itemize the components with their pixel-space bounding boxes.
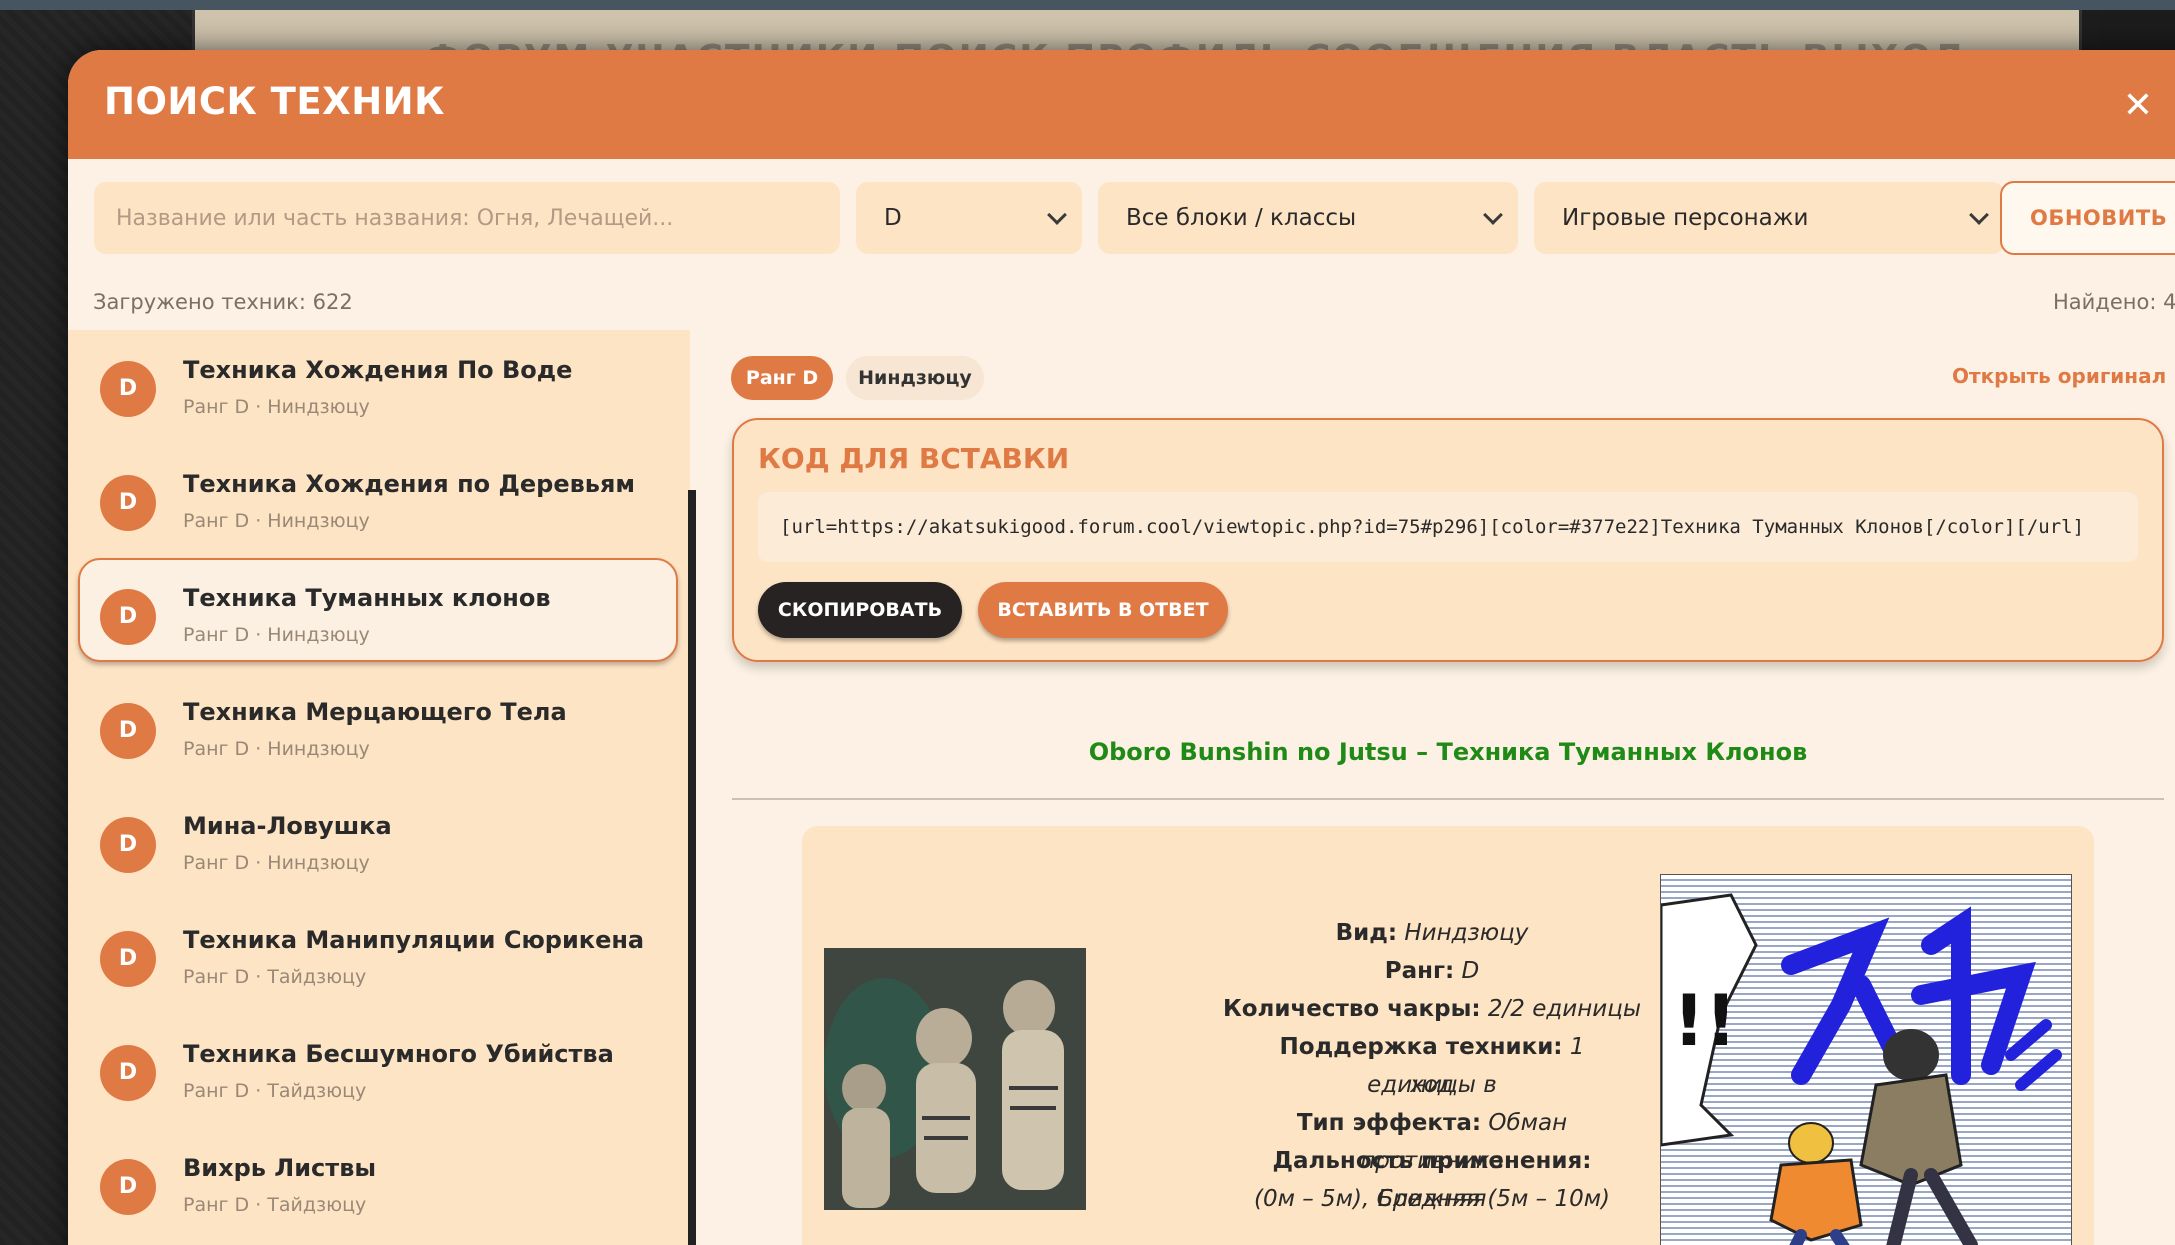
list-item[interactable]: D Техника Бесшумного Убийства Ранг D · Т… bbox=[78, 1014, 678, 1118]
stat-range-cont: (0м – 5м), Средняя (5м – 10м) bbox=[1253, 1186, 1611, 1212]
rank-badge: D bbox=[100, 703, 156, 759]
rank-select[interactable]: D bbox=[856, 182, 1082, 254]
found-count: Найдено: 47 bbox=[2053, 290, 2175, 314]
stat-type: Вид: Ниндзюцу bbox=[1335, 920, 1529, 946]
search-input[interactable] bbox=[94, 182, 840, 254]
list-item-name: Техника Хождения по Деревьям bbox=[183, 470, 635, 498]
type-tag: Ниндзюцу bbox=[846, 356, 984, 400]
close-icon[interactable]: ✕ bbox=[2118, 86, 2158, 126]
list-scrollbar[interactable] bbox=[688, 490, 696, 1245]
embed-code-box: КОД ДЛЯ ВСТАВКИ [url=https://akatsukigoo… bbox=[732, 418, 2164, 662]
list-item[interactable]: D Техника Хождения по Деревьям Ранг D · … bbox=[78, 444, 678, 548]
technique-list: D Техника Хождения По Воде Ранг D · Нинд… bbox=[68, 330, 690, 1245]
rank-badge: D bbox=[100, 817, 156, 873]
stat-chakra: Количество чакры: 2/2 единицы bbox=[1222, 996, 1642, 1022]
rank-select-value: D bbox=[884, 205, 902, 231]
list-item-name: Техника Туманных клонов bbox=[183, 584, 551, 612]
block-select[interactable]: Все блоки / классы bbox=[1098, 182, 1518, 254]
list-item-meta: Ранг D · Ниндзюцу bbox=[183, 510, 370, 532]
list-item-meta: Ранг D · Тайдзюцу bbox=[183, 1194, 367, 1216]
list-item-meta: Ранг D · Ниндзюцу bbox=[183, 396, 370, 418]
chevron-down-icon bbox=[1483, 205, 1503, 225]
modal-header: ПОИСК ТЕХНИК ✕ bbox=[68, 50, 2175, 159]
list-item-meta: Ранг D · Ниндзюцу bbox=[183, 624, 370, 646]
list-item-meta: Ранг D · Тайдзюцу bbox=[183, 966, 367, 988]
manga-illustration-image: !! bbox=[1660, 874, 2072, 1245]
list-item-meta: Ранг D · Ниндзюцу bbox=[183, 852, 370, 874]
list-item[interactable]: D Вихрь Листвы Ранг D · Тайдзюцу bbox=[78, 1128, 678, 1232]
embed-code-title: КОД ДЛЯ ВСТАВКИ bbox=[758, 442, 1070, 475]
block-select-value: Все блоки / классы bbox=[1126, 205, 1357, 231]
list-item-selected[interactable]: D Техника Туманных клонов Ранг D · Ниндз… bbox=[78, 558, 678, 662]
browser-top-bar bbox=[0, 0, 2175, 10]
embed-code-field[interactable]: [url=https://akatsukigood.forum.cool/vie… bbox=[758, 492, 2138, 562]
list-item-name: Техника Бесшумного Убийства bbox=[183, 1040, 614, 1068]
list-item[interactable]: D Техника Мерцающего Тела Ранг D · Ниндз… bbox=[78, 672, 678, 776]
loaded-count: Загружено техник: 622 bbox=[93, 290, 353, 314]
characters-select[interactable]: Игровые персонажи bbox=[1534, 182, 2004, 254]
rank-badge: D bbox=[100, 589, 156, 645]
manga-exclamation: !! bbox=[1673, 980, 1737, 1062]
modal-title: ПОИСК ТЕХНИК bbox=[104, 80, 445, 123]
list-item-name: Техника Манипуляции Сюрикена bbox=[183, 926, 645, 954]
list-item-name: Техника Мерцающего Тела bbox=[183, 698, 567, 726]
list-item-name: Вихрь Листвы bbox=[183, 1154, 377, 1182]
list-item-meta: Ранг D · Тайдзюцу bbox=[183, 1080, 367, 1102]
stat-support-cont: ход bbox=[1410, 1072, 1454, 1098]
list-item-name: Мина-Ловушка bbox=[183, 812, 392, 840]
insert-into-reply-button[interactable]: ВСТАВИТЬ В ОТВЕТ bbox=[978, 582, 1228, 638]
list-item[interactable]: D Мина-Ловушка Ранг D · Ниндзюцу bbox=[78, 786, 678, 890]
rank-badge: D bbox=[100, 475, 156, 531]
copy-button[interactable]: СКОПИРОВАТЬ bbox=[758, 582, 962, 638]
open-original-link[interactable]: Открыть оригинал ↗ bbox=[1952, 364, 2175, 388]
technique-title: Oboro Bunshin no Jutsu – Техника Туманны… bbox=[1088, 738, 1808, 766]
rank-badge: D bbox=[100, 1159, 156, 1215]
list-item-name: Техника Хождения По Воде bbox=[183, 356, 573, 384]
list-item[interactable]: D Техника Манипуляции Сюрикена Ранг D · … bbox=[78, 900, 678, 1004]
rank-tag: Ранг D bbox=[731, 356, 833, 400]
rank-badge: D bbox=[100, 1045, 156, 1101]
list-item-meta: Ранг D · Ниндзюцу bbox=[183, 738, 370, 760]
rank-badge: D bbox=[100, 361, 156, 417]
list-item[interactable]: D Техника Хождения По Воде Ранг D · Нинд… bbox=[78, 330, 678, 434]
technique-animation-image bbox=[824, 948, 1086, 1210]
stat-rank: Ранг: D bbox=[1384, 958, 1480, 984]
technique-search-modal: ПОИСК ТЕХНИК ✕ D Все блоки / классы Игро… bbox=[68, 50, 2175, 1245]
technique-detail-card: Вид: Ниндзюцу Ранг: D Количество чакры: … bbox=[802, 826, 2094, 1245]
refresh-button[interactable]: ОБНОВИТЬ bbox=[2000, 181, 2175, 255]
chevron-down-icon bbox=[1969, 205, 1989, 225]
characters-select-value: Игровые персонажи bbox=[1562, 205, 1809, 231]
rank-badge: D bbox=[100, 931, 156, 987]
divider bbox=[732, 798, 2164, 800]
chevron-down-icon bbox=[1047, 205, 1067, 225]
